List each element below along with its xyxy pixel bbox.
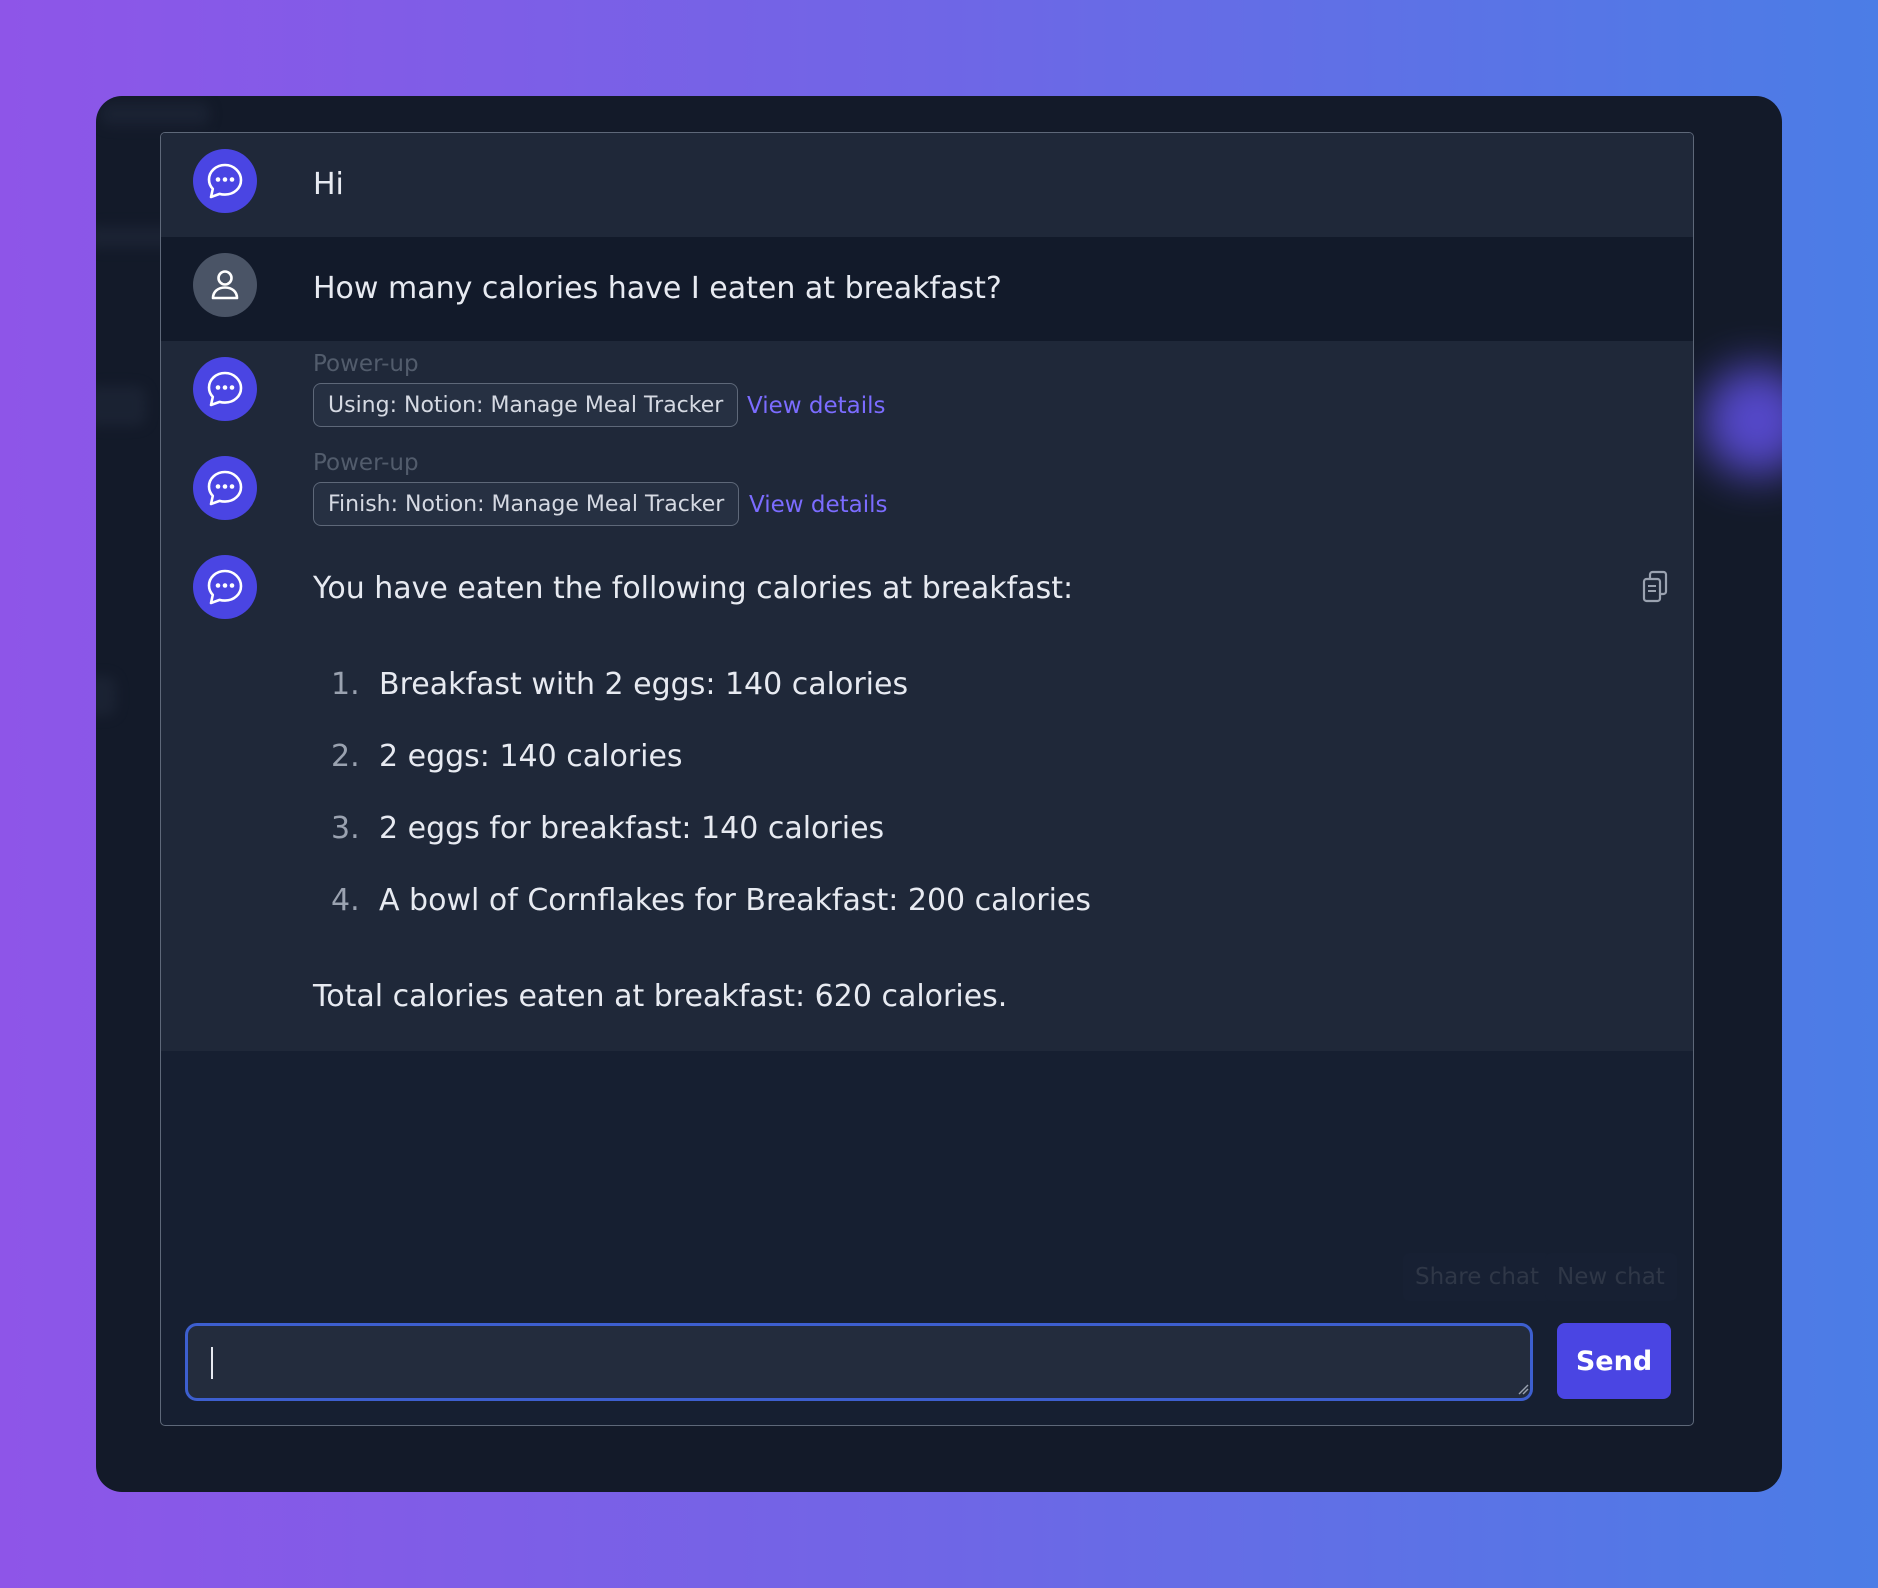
message-input[interactable] (185, 1323, 1533, 1401)
powerup-status-chip: Finish: Notion: Manage Meal Tracker (313, 482, 740, 526)
message-text: Hi (313, 167, 344, 202)
chat-bubble-icon (207, 163, 243, 199)
user-avatar (193, 253, 257, 317)
view-details-link[interactable]: View details (749, 492, 888, 518)
chat-panel: Hi How many calories have I eaten at bre… (160, 132, 1694, 1426)
message-assistant-response: Power-up Using: Notion: Manage Meal Trac… (161, 341, 1693, 1051)
view-details-link[interactable]: View details (747, 393, 886, 419)
share-chat-button[interactable]: Share chat (1403, 1253, 1552, 1301)
new-chat-button[interactable]: New chat (1545, 1253, 1677, 1301)
list-item: 3. 2 eggs for breakfast: 140 calories (331, 811, 885, 846)
resize-handle-icon[interactable] (1517, 1383, 1529, 1395)
answer-intro: You have eaten the following calories at… (313, 571, 1074, 606)
assistant-avatar (193, 456, 257, 520)
app-window: Hi How many calories have I eaten at bre… (96, 96, 1782, 1492)
powerup-status-chip: Using: Notion: Manage Meal Tracker (313, 383, 739, 427)
copy-icon[interactable] (1635, 567, 1675, 607)
powerup-label: Power-up (313, 450, 419, 476)
user-icon (211, 270, 239, 300)
chat-bubble-icon (207, 371, 243, 407)
assistant-avatar (193, 555, 257, 619)
assistant-avatar (193, 149, 257, 213)
answer-total: Total calories eaten at breakfast: 620 c… (313, 979, 1008, 1014)
powerup-label: Power-up (313, 351, 419, 377)
chat-bubble-icon (207, 569, 243, 605)
text-caret (211, 1347, 213, 1379)
list-item: 4. A bowl of Cornflakes for Breakfast: 20… (331, 883, 1092, 918)
assistant-avatar (193, 357, 257, 421)
list-item: 2. 2 eggs: 140 calories (331, 739, 683, 774)
message-user: How many calories have I eaten at breakf… (161, 237, 1693, 341)
chat-bubble-icon (207, 470, 243, 506)
message-text: How many calories have I eaten at breakf… (313, 271, 1002, 306)
message-assistant-greeting: Hi (161, 133, 1693, 237)
list-item: 1. Breakfast with 2 eggs: 140 calories (331, 667, 909, 702)
send-button[interactable]: Send (1557, 1323, 1671, 1399)
